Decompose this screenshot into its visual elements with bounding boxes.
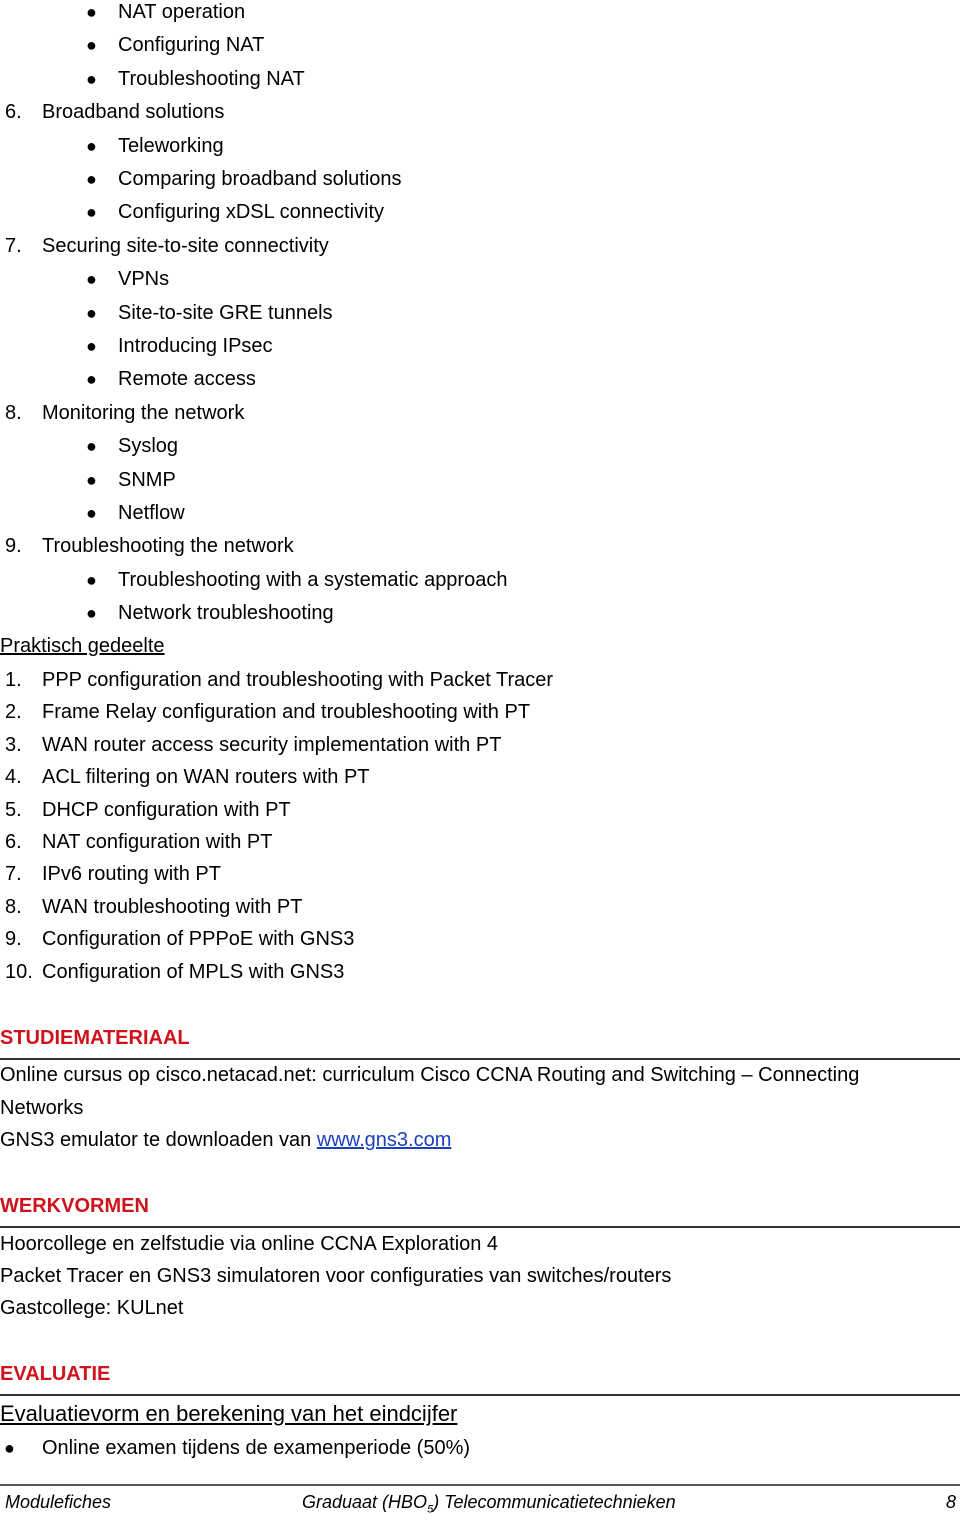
download-text: GNS3 emulator te downloaden van xyxy=(0,1129,317,1151)
item-number: 5. xyxy=(5,798,22,821)
bullet-icon: ● xyxy=(86,35,97,56)
item-number: 8. xyxy=(5,401,22,424)
studiemateriaal-line-1: Online cursus op cisco.netacad.net: curr… xyxy=(0,1064,860,1086)
item-text: SNMP xyxy=(118,468,176,491)
bullet-icon: ● xyxy=(86,569,97,590)
item-text: DHCP configuration with PT xyxy=(42,798,291,821)
werkvormen-heading: WERKVORMEN xyxy=(0,1195,149,1217)
item-text: IPv6 routing with PT xyxy=(42,863,221,886)
item-text: NAT operation xyxy=(118,1,246,23)
item-number: 7. xyxy=(5,863,22,886)
footer-center-pre: Graduaat (HBO xyxy=(302,1492,428,1512)
item-text: WAN troubleshooting with PT xyxy=(42,895,303,918)
item-text: Syslog xyxy=(118,435,179,458)
bullet-icon: ● xyxy=(86,603,97,624)
item-text: Configuration of PPPoE with GNS3 xyxy=(42,928,355,951)
item-text: Configuring xDSL connectivity xyxy=(118,201,385,224)
item-text: Network troubleshooting xyxy=(118,602,334,625)
item-number: 8. xyxy=(5,895,22,918)
item-number: 3. xyxy=(5,733,22,756)
bullet-icon: ● xyxy=(86,503,97,523)
evaluatie-heading: EVALUATIE xyxy=(0,1363,111,1385)
bullet-icon: ● xyxy=(86,369,97,390)
item-number: 7. xyxy=(5,234,22,257)
item-text: Configuring NAT xyxy=(118,34,265,57)
bullet-icon: ● xyxy=(86,269,97,290)
practical-heading: Praktisch gedeelte xyxy=(0,635,165,657)
item-number: 6. xyxy=(5,831,22,853)
studiemateriaal-line-2: Networks xyxy=(0,1097,84,1119)
item-number: 1. xyxy=(5,669,22,691)
item-text: Teleworking xyxy=(118,134,224,157)
item-number: 9. xyxy=(5,535,22,558)
item-text: Frame Relay configuration and troublesho… xyxy=(42,701,531,724)
evaluatie-bullet-text: Online examen tijdens de examenperiode (… xyxy=(42,1437,471,1459)
item-text: NAT configuration with PT xyxy=(42,831,273,853)
item-text: Broadband solutions xyxy=(42,101,225,124)
footer-center-post: ) Telecommunicatietechnieken xyxy=(433,1492,676,1512)
item-text: Securing site-to-site connectivity xyxy=(42,234,329,257)
item-number: 4. xyxy=(5,766,22,789)
bullet-icon: ● xyxy=(86,202,97,223)
studiemateriaal-line-3: GNS3 emulator te downloaden van www.gns3… xyxy=(0,1128,451,1152)
item-text: PPP configuration and troubleshooting wi… xyxy=(42,669,554,691)
section-divider xyxy=(0,1394,960,1396)
item-number: 2. xyxy=(5,701,22,724)
item-text: Troubleshooting the network xyxy=(42,535,294,558)
item-text: ACL filtering on WAN routers with PT xyxy=(42,766,370,789)
bullet-icon: ● xyxy=(86,336,97,356)
bullet-icon: ● xyxy=(86,135,97,156)
page-number: 8 xyxy=(946,1492,957,1512)
item-text: Introducing IPsec xyxy=(118,335,273,357)
bullet-icon: ● xyxy=(86,469,97,490)
item-number: 6. xyxy=(5,101,22,124)
item-text: VPNs xyxy=(118,268,170,291)
item-text: Configuration of MPLS with GNS3 xyxy=(42,960,345,983)
bullet-icon: ● xyxy=(86,68,97,89)
footer-left: Modulefiches xyxy=(5,1492,112,1512)
werkvormen-line: Hoorcollege en zelfstudie via online CCN… xyxy=(0,1233,499,1255)
item-text: WAN router access security implementatio… xyxy=(42,733,502,756)
bullet-icon: ● xyxy=(4,1438,15,1458)
item-text: Troubleshooting with a systematic approa… xyxy=(118,568,508,591)
studiemateriaal-heading: STUDIEMATERIAAL xyxy=(0,1027,190,1049)
werkvormen-line: Packet Tracer en GNS3 simulatoren voor c… xyxy=(0,1265,672,1287)
footer-divider xyxy=(0,1484,960,1486)
item-text: Monitoring the network xyxy=(42,401,245,424)
item-text: Site-to-site GRE tunnels xyxy=(118,301,333,324)
item-text: Comparing broadband solutions xyxy=(118,168,402,190)
bullet-icon: ● xyxy=(86,169,97,189)
bullet-icon: ● xyxy=(86,302,97,323)
item-number: 9. xyxy=(5,928,22,951)
item-text: Remote access xyxy=(118,368,256,391)
bullet-icon: ● xyxy=(86,2,97,22)
evaluatie-subheading: Evaluatievorm en berekening van het eind… xyxy=(0,1401,458,1426)
section-divider xyxy=(0,1226,960,1228)
bullet-icon: ● xyxy=(86,436,97,457)
werkvormen-line: Gastcollege: KULnet xyxy=(0,1297,184,1319)
gns3-link[interactable]: www.gns3.com xyxy=(317,1129,452,1151)
item-text: Troubleshooting NAT xyxy=(118,67,305,90)
section-divider xyxy=(0,1058,960,1060)
item-number: 10. xyxy=(5,960,33,983)
item-text: Netflow xyxy=(118,502,185,524)
footer-center: Graduaat (HBO5) Telecommunicatietechniek… xyxy=(302,1490,676,1522)
